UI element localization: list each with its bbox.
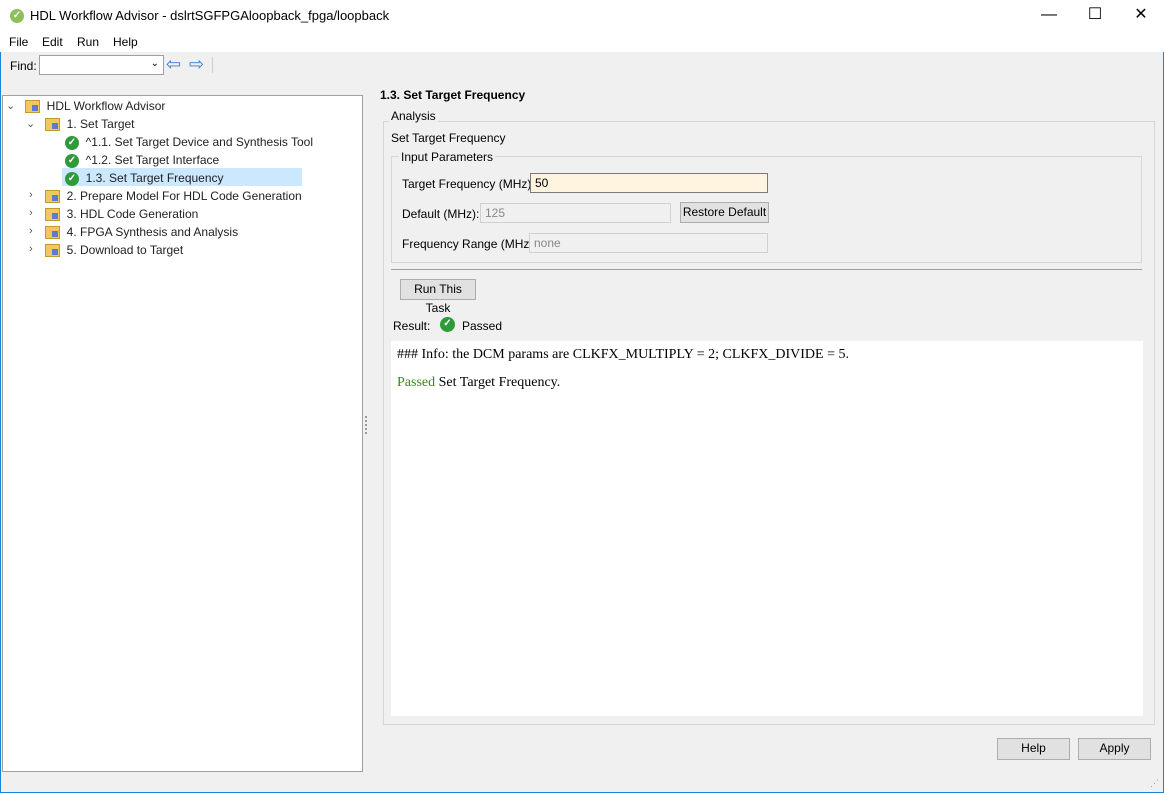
app-icon: ✓ <box>10 9 24 23</box>
analysis-legend: Analysis <box>389 109 438 123</box>
menu-run[interactable]: Run <box>77 35 99 49</box>
folder-icon <box>45 208 60 222</box>
passed-check-icon: ✓ <box>440 317 455 332</box>
chevron-right-icon[interactable]: › <box>29 243 33 255</box>
chevron-right-icon[interactable]: › <box>29 207 33 219</box>
run-this-task-button[interactable]: Run This Task <box>400 279 476 315</box>
chevron-down-icon[interactable]: ⌄ <box>6 99 15 112</box>
apply-button[interactable]: Apply <box>1078 738 1151 760</box>
minimize-button[interactable]: — <box>1026 0 1072 30</box>
menu-bar <box>0 32 1164 52</box>
resize-grip-icon[interactable]: ⋰ <box>1150 778 1159 789</box>
tree-label: 4. FPGA Synthesis and Analysis <box>66 225 239 239</box>
folder-icon <box>25 100 40 114</box>
tree-item-code-gen[interactable]: 3. HDL Code Generation <box>45 205 198 223</box>
target-frequency-input[interactable]: 50 <box>530 173 768 193</box>
title-bar: ✓ HDL Workflow Advisor - dslrtSGFPGAloop… <box>0 0 1164 32</box>
chevron-down-icon[interactable]: ⌄ <box>26 117 35 130</box>
forward-arrow-icon[interactable]: ⇨ <box>189 54 204 75</box>
tree-item-synthesis[interactable]: 4. FPGA Synthesis and Analysis <box>45 223 238 241</box>
tree-root[interactable]: HDL Workflow Advisor <box>25 97 165 115</box>
tree-item-download[interactable]: 5. Download to Target <box>45 241 183 259</box>
chevron-right-icon[interactable]: › <box>29 189 33 201</box>
help-button[interactable]: Help <box>997 738 1070 760</box>
analysis-subtitle: Set Target Frequency <box>391 131 506 145</box>
folder-icon <box>45 226 60 240</box>
tree-label: 1. Set Target <box>66 117 135 131</box>
input-parameters-legend: Input Parameters <box>399 150 496 164</box>
splitter-handle[interactable] <box>365 416 370 434</box>
folder-check-icon <box>45 118 60 132</box>
divider <box>391 269 1142 270</box>
tree-label: ^1.2. Set Target Interface <box>85 153 220 167</box>
default-label: Default (MHz): <box>402 207 480 221</box>
menu-edit[interactable]: Edit <box>42 35 63 49</box>
target-frequency-label: Target Frequency (MHz): <box>402 177 535 191</box>
result-label: Result: <box>393 319 431 333</box>
restore-default-button[interactable]: Restore Default <box>680 202 769 223</box>
tree-label: 3. HDL Code Generation <box>66 207 199 221</box>
folder-icon <box>45 244 60 258</box>
menu-file[interactable]: File <box>9 35 28 49</box>
tree-label: 2. Prepare Model For HDL Code Generation <box>66 189 302 203</box>
check-icon: ✓ <box>65 153 79 168</box>
toolbar-divider <box>212 57 213 73</box>
maximize-button[interactable]: ☐ <box>1072 0 1118 30</box>
check-icon: ✓ <box>65 135 79 150</box>
tree-item-1-2[interactable]: ✓ ^1.2. Set Target Interface <box>65 151 219 169</box>
panel-title: 1.3. Set Target Frequency <box>380 88 526 102</box>
output-passed-line: Passed Set Target Frequency. <box>397 375 560 391</box>
menu-help[interactable]: Help <box>113 35 138 49</box>
check-icon: ✓ <box>65 171 79 186</box>
tree-label: 1.3. Set Target Frequency <box>85 171 224 185</box>
default-value-field: 125 <box>480 203 671 223</box>
back-arrow-icon[interactable]: ⇦ <box>166 54 181 75</box>
tree-label: HDL Workflow Advisor <box>46 99 166 113</box>
tree-item-set-target[interactable]: 1. Set Target <box>45 115 135 133</box>
frequency-range-label: Frequency Range (MHz): <box>402 237 537 251</box>
output-text: Set Target Frequency. <box>435 375 561 390</box>
frequency-range-field: none <box>529 233 768 253</box>
tree-item-1-3[interactable]: ✓ 1.3. Set Target Frequency <box>65 169 224 187</box>
tree-item-prepare-model[interactable]: 2. Prepare Model For HDL Code Generation <box>45 187 302 205</box>
find-label: Find: <box>10 59 37 73</box>
result-value: Passed <box>462 319 503 333</box>
passed-text: Passed <box>397 375 436 390</box>
close-button[interactable]: ✕ <box>1118 0 1164 30</box>
folder-icon <box>45 190 60 204</box>
window-title: HDL Workflow Advisor - dslrtSGFPGAloopba… <box>30 8 390 23</box>
result-output-area: ### Info: the DCM params are CLKFX_MULTI… <box>391 341 1143 716</box>
chevron-right-icon[interactable]: › <box>29 225 33 237</box>
chevron-down-icon: ⌄ <box>150 58 159 69</box>
tree-label: 5. Download to Target <box>66 243 184 257</box>
find-combobox[interactable]: ⌄ <box>39 55 164 75</box>
tree-label: ^1.1. Set Target Device and Synthesis To… <box>85 135 313 149</box>
tree-item-1-1[interactable]: ✓ ^1.1. Set Target Device and Synthesis … <box>65 133 313 151</box>
output-info-line: ### Info: the DCM params are CLKFX_MULTI… <box>397 347 849 362</box>
